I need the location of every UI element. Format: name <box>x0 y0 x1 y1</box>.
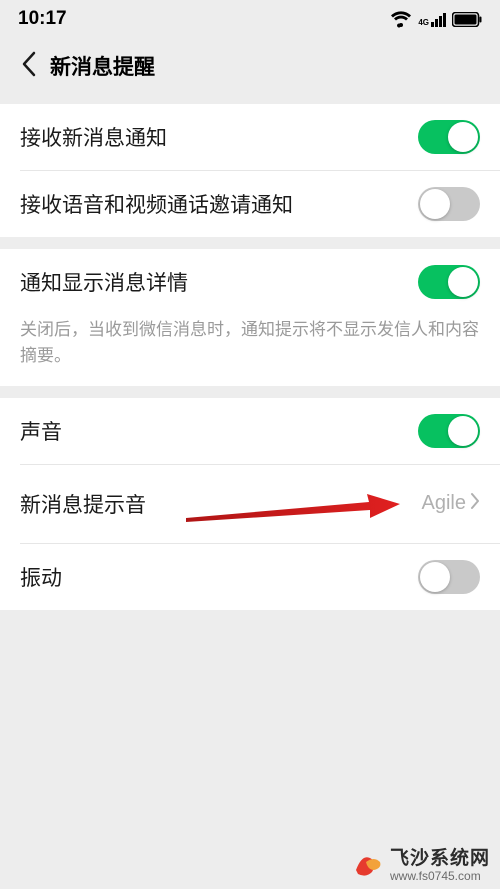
row-label: 接收语音和视频通话邀请通知 <box>20 189 293 219</box>
row-receive-msg[interactable]: 接收新消息通知 <box>0 104 500 170</box>
row-label: 新消息提示音 <box>20 489 146 519</box>
nav-bar: 新消息提醒 <box>0 38 500 94</box>
watermark: 飞沙系统网 www.fs0745.com <box>344 842 500 889</box>
row-vibrate[interactable]: 振动 <box>0 544 500 610</box>
group-detail: 通知显示消息详情 关闭后，当收到微信消息时，通知提示将不显示发信人和内容摘要。 <box>0 249 500 386</box>
back-button[interactable] <box>8 46 48 86</box>
toggle-receive-call[interactable] <box>418 187 480 221</box>
battery-icon <box>452 12 482 27</box>
row-label: 声音 <box>20 416 62 446</box>
toggle-receive-msg[interactable] <box>418 120 480 154</box>
toggle-show-detail[interactable] <box>418 265 480 299</box>
row-label: 振动 <box>20 562 62 592</box>
group-notifications: 接收新消息通知 接收语音和视频通话邀请通知 <box>0 104 500 237</box>
hint-show-detail: 关闭后，当收到微信消息时，通知提示将不显示发信人和内容摘要。 <box>0 315 500 386</box>
watermark-title: 飞沙系统网 <box>390 849 490 870</box>
row-label: 通知显示消息详情 <box>20 267 188 297</box>
status-time: 10:17 <box>18 8 67 30</box>
status-bar: 10:17 4G <box>0 0 500 38</box>
toggle-sound[interactable] <box>418 414 480 448</box>
row-sound[interactable]: 声音 <box>0 398 500 464</box>
wifi-icon <box>390 10 412 28</box>
status-indicators: 4G <box>390 10 482 28</box>
row-receive-call[interactable]: 接收语音和视频通话邀请通知 <box>0 171 500 237</box>
tone-value: Agile <box>422 492 466 515</box>
watermark-logo-icon <box>352 848 384 885</box>
page-title: 新消息提醒 <box>50 51 155 81</box>
signal-icon: 4G <box>418 11 446 27</box>
group-sound: 声音 新消息提示音 Agile 振动 <box>0 398 500 610</box>
chevron-right-icon <box>470 492 480 515</box>
row-show-detail[interactable]: 通知显示消息详情 <box>0 249 500 315</box>
watermark-sub: www.fs0745.com <box>390 870 490 883</box>
row-label: 接收新消息通知 <box>20 122 167 152</box>
row-tone[interactable]: 新消息提示音 Agile <box>0 465 500 543</box>
toggle-vibrate[interactable] <box>418 560 480 594</box>
chevron-left-icon <box>21 51 36 82</box>
